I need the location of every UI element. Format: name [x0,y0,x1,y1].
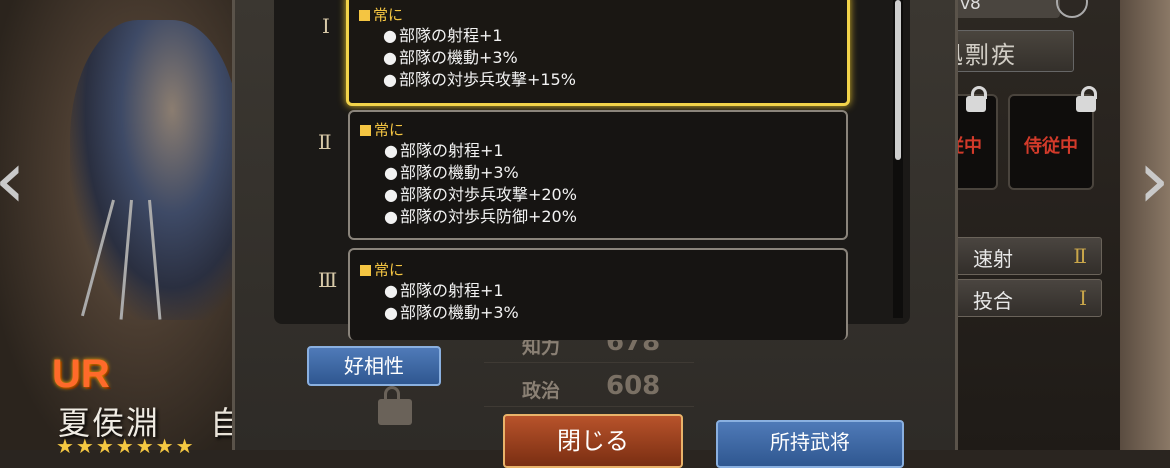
trait-button-rapid-fire[interactable]: 速射 Ⅱ [950,237,1102,275]
lock-icon [378,386,412,425]
trait-level: Ⅰ [1079,286,1087,310]
level-indicator: v8 [952,0,1060,18]
effect-item: 部隊の対歩兵防御+20% [360,206,577,228]
trait-button-harmony[interactable]: 投合 Ⅰ [950,279,1102,317]
locked-text: 侍従中 [1024,136,1078,157]
trait-level: Ⅱ [1073,244,1087,268]
effect-item: 部隊の射程+1 [360,280,519,302]
rarity-badge: UR [52,352,110,396]
stat-row-politics: 政治 608 [484,370,694,407]
close-button[interactable]: 閉じる [503,414,683,468]
effect-item: 部隊の対歩兵攻撃+20% [360,184,577,206]
level-text: v8 [960,0,981,14]
skill-level-box-2[interactable]: 常に 部隊の射程+1 部隊の機動+3% 部隊の対歩兵攻撃+20% 部隊の対歩兵防… [348,110,848,240]
condition-text: 常に [359,5,576,25]
effect-item: 部隊の機動+3% [360,162,577,184]
condition-text: 常に [360,260,519,280]
previous-hero-icon[interactable]: ‹ [0,140,26,220]
skill-level-box-1[interactable]: 常に 部隊の射程+1 部隊の機動+3% 部隊の対歩兵攻撃+15% [346,0,850,106]
panel-bottom-edge [274,324,910,342]
effect-item: 部隊の対歩兵攻撃+15% [359,69,576,91]
stat-value: 608 [606,371,661,401]
scrollbar-thumb[interactable] [895,0,901,160]
condition-text: 常に [360,120,577,140]
effect-item: 部隊の射程+1 [360,140,577,162]
next-hero-icon[interactable]: › [1138,140,1170,220]
lock-icon [1076,96,1096,112]
lock-icon [966,96,986,112]
effect-item: 部隊の機動+3% [360,302,519,324]
stat-label: 政治 [522,380,561,402]
level-numeral: Ⅲ [318,268,338,292]
affinity-button[interactable]: 好相性 [307,346,441,386]
owned-generals-button[interactable]: 所持武将 [716,420,904,468]
star-rating: ★★★★★★★ [56,434,196,458]
level-numeral: Ⅰ [322,14,330,38]
effect-item: 部隊の射程+1 [359,25,576,47]
trait-label: 投合 [973,289,1013,313]
effect-item: 部隊の機動+3% [359,47,576,69]
level-numeral: Ⅱ [318,130,332,154]
trait-label: 速射 [973,247,1013,271]
